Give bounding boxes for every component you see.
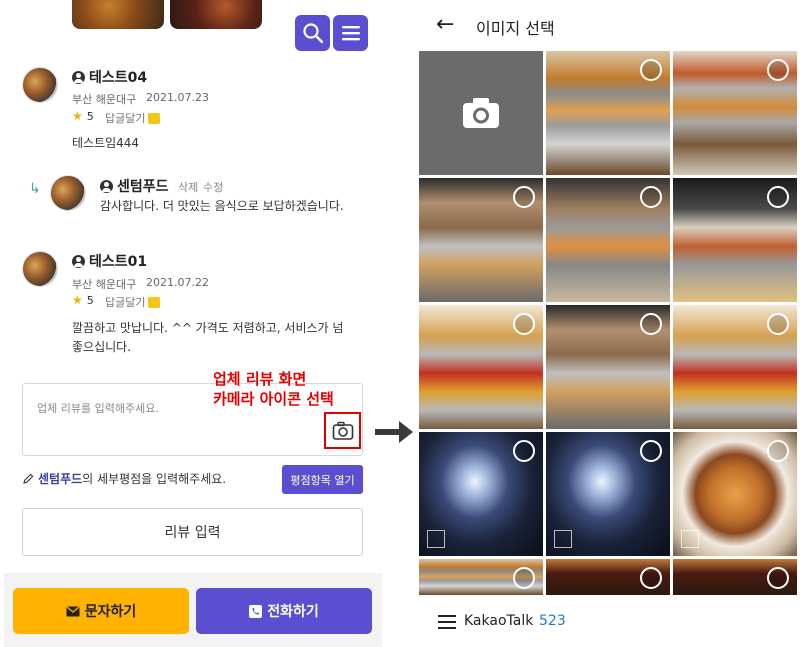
gallery-image[interactable] [673,559,797,595]
gallery-image[interactable] [673,178,797,302]
edit-reply-link[interactable]: 수정 [203,179,223,195]
review-rating: ★ 5 [72,109,94,123]
gallery-image[interactable] [546,178,670,302]
review-input-placeholder: 업체 리뷰를 입력해주세요. [37,402,159,415]
avatar [50,175,86,211]
reply-icon [148,112,161,124]
picker-footer: KakaoTalk 523 [419,595,800,647]
gallery-image[interactable] [419,305,543,429]
review-photo[interactable] [170,0,262,29]
screenshot-root: 테스트04 부산 해운대구 2021.07.23 ★ 5 답글달기 테스트임44… [0,0,800,647]
gallery-video[interactable] [673,432,797,556]
delete-reply-link[interactable]: 삭제 [178,179,198,195]
gallery-image[interactable] [419,559,543,595]
reply-arrow-icon: ↳ [29,181,41,197]
select-circle[interactable] [513,313,535,335]
review-photo[interactable] [72,0,164,29]
reviewer-name: 테스트04 [72,67,147,87]
video-icon [554,530,572,548]
select-circle[interactable] [513,567,535,589]
review-screen: 테스트04 부산 해운대구 2021.07.23 ★ 5 답글달기 테스트임44… [0,0,382,647]
review-date: 2021.07.22 [146,276,209,289]
arrow-right-icon [375,421,413,443]
menu-button[interactable] [333,15,368,51]
select-circle[interactable] [767,313,789,335]
user-icon [72,254,85,268]
call-button[interactable]: 전화하기 [196,588,372,634]
select-circle[interactable] [767,567,789,589]
camera-tile[interactable] [419,51,543,175]
gallery-video[interactable] [546,432,670,556]
gallery-image[interactable] [546,51,670,175]
gallery-image[interactable] [419,178,543,302]
select-circle[interactable] [640,186,662,208]
search-icon [302,23,323,44]
menu-icon [341,26,360,41]
avatar [22,251,58,287]
select-circle[interactable] [767,440,789,462]
review-rating: ★ 5 [72,293,94,307]
open-ratings-button[interactable]: 평점항목 열기 [282,465,363,494]
picker-header: ← 이미지 선택 [419,0,800,51]
select-circle[interactable] [640,567,662,589]
company-name[interactable]: 센텀푸드 [38,472,82,486]
select-circle[interactable] [513,440,535,462]
user-icon [100,179,113,193]
select-circle[interactable] [640,313,662,335]
annotation-label: 업체 리뷰 화면 카메라 아이콘 선택 [213,370,334,408]
reply-icon [148,296,161,308]
review-text: 테스트임444 [72,136,140,150]
reply-text: 감사합니다. 더 맛있는 음식으로 보답하겠습니다. [100,199,344,213]
gallery-video[interactable] [419,432,543,556]
pencil-icon [23,473,34,484]
gallery-image[interactable] [546,559,670,595]
select-circle[interactable] [640,59,662,81]
review-text-line: 좋으십니다. [72,340,132,354]
search-button[interactable] [295,15,330,51]
submit-review-button[interactable]: 리뷰 입력 [22,508,363,556]
review-location: 부산 해운대구 [72,93,137,106]
phone-icon [249,604,263,618]
reply-button[interactable]: 답글달기 [105,294,161,310]
select-circle[interactable] [513,186,535,208]
menu-icon[interactable] [438,615,456,629]
gallery-image[interactable] [673,51,797,175]
star-icon: ★ [72,293,83,307]
review-date: 2021.07.23 [146,91,209,104]
review-location: 부산 해운대구 [72,278,137,291]
back-arrow-icon[interactable]: ← [436,12,454,37]
select-circle[interactable] [640,440,662,462]
video-icon [427,530,445,548]
select-circle[interactable] [767,59,789,81]
picker-title: 이미지 선택 [476,19,555,38]
reply-button[interactable]: 답글달기 [105,110,161,126]
user-icon [72,70,85,84]
video-icon [681,530,699,548]
star-icon: ★ [72,109,83,123]
envelope-icon [66,606,80,616]
album-name[interactable]: KakaoTalk [464,613,533,629]
image-picker-screen: ← 이미지 선택 KakaoTalk 523 [419,0,800,647]
gallery-image[interactable] [673,305,797,429]
replier-name: 센텀푸드 [100,176,169,196]
rating-prompt: 센텀푸드의 세부평점을 입력해주세요. [22,470,226,487]
review-text-line: 깔끔하고 맛납니다. ^^ 가격도 저렴하고, 서비스가 넘 [72,321,344,335]
reviewer-name: 테스트01 [72,251,147,271]
message-button[interactable]: 문자하기 [13,588,189,634]
gallery-image[interactable] [546,305,670,429]
avatar [22,67,58,103]
album-count: 523 [539,613,566,629]
camera-icon [332,421,353,440]
select-circle[interactable] [767,186,789,208]
camera-button[interactable] [324,412,361,449]
camera-icon [463,98,499,128]
